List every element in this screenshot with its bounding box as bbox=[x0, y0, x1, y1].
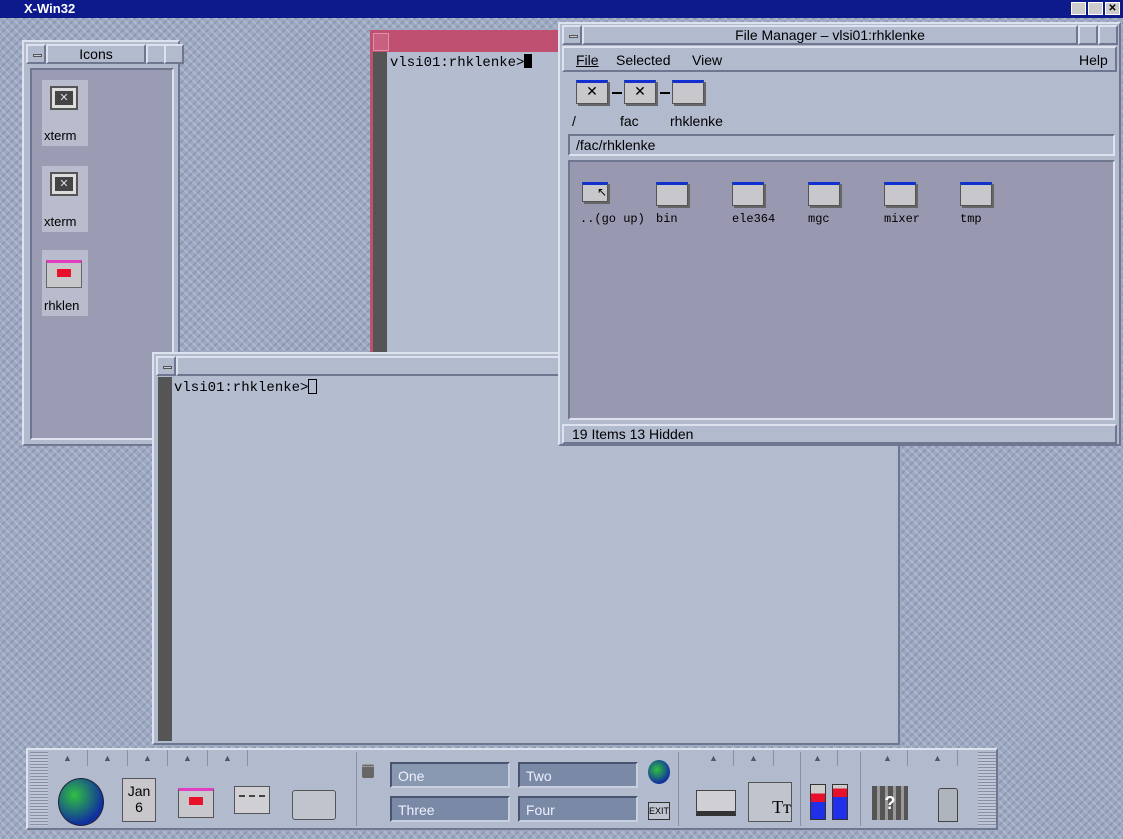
app-title: X-Win32 bbox=[24, 1, 76, 16]
workspace-three[interactable]: Three bbox=[390, 796, 510, 822]
window-title[interactable]: File Manager – vlsi01:rhklenke bbox=[582, 25, 1078, 45]
terminal-icon: ✕ bbox=[50, 86, 78, 110]
path-label-rhklenke[interactable]: rhklenke bbox=[670, 113, 723, 129]
folder-icon bbox=[656, 182, 688, 206]
file-item-ele364[interactable]: ele364 bbox=[732, 182, 792, 228]
file-item-go-up[interactable]: ↖ ..(go up) bbox=[580, 182, 650, 228]
status-bar: 19 Items 13 Hidden bbox=[562, 424, 1117, 444]
maximize-button[interactable] bbox=[1098, 25, 1118, 45]
subpanel-arrow[interactable]: ▲ bbox=[88, 750, 128, 766]
maximize-button[interactable] bbox=[164, 44, 184, 64]
scrollbar[interactable] bbox=[158, 377, 172, 741]
icon-item-xterm[interactable]: ✕ xterm bbox=[42, 166, 88, 232]
panel-handle-right[interactable] bbox=[978, 752, 996, 826]
path-field[interactable]: /fac/rhklenke bbox=[568, 134, 1115, 156]
subpanel-arrow[interactable]: ▲ bbox=[168, 750, 208, 766]
prompt-text: vlsi01:rhklenke> bbox=[390, 55, 525, 71]
subpanel-arrow[interactable]: ▲ bbox=[918, 750, 958, 766]
minimize-button[interactable] bbox=[1078, 25, 1098, 45]
menu-bar: File Selected View Help bbox=[562, 46, 1117, 72]
minimize-button[interactable] bbox=[1071, 2, 1086, 15]
menu-view[interactable]: View bbox=[692, 52, 722, 68]
prompt-text: vlsi01:rhklenke> bbox=[174, 380, 309, 396]
file-item-bin[interactable]: bin bbox=[656, 182, 716, 228]
cursor bbox=[524, 54, 533, 68]
folder-icon bbox=[808, 182, 840, 206]
file-item-mgc[interactable]: mgc bbox=[808, 182, 868, 228]
window-menu-button[interactable] bbox=[26, 44, 46, 64]
trash-icon[interactable] bbox=[938, 788, 958, 822]
subpanel-arrow[interactable]: ▲ bbox=[734, 750, 774, 766]
panel-handle-left[interactable] bbox=[30, 752, 48, 826]
subpanel-arrow[interactable]: ▲ bbox=[48, 750, 88, 766]
performance-meter-disk[interactable] bbox=[832, 784, 848, 820]
menu-help[interactable]: Help bbox=[1079, 52, 1108, 68]
path-folder-rhklenke-icon[interactable] bbox=[672, 80, 704, 104]
minimize-button[interactable] bbox=[146, 44, 166, 64]
calendar-icon[interactable]: Jan 6 bbox=[122, 778, 156, 822]
go-up-folder-icon: ↖ bbox=[582, 182, 608, 202]
terminal-icon: ✕ bbox=[50, 172, 78, 196]
printer-icon[interactable] bbox=[696, 790, 736, 816]
path-label-root[interactable]: / bbox=[572, 113, 576, 129]
path-folder-root-icon[interactable]: ✕ bbox=[576, 80, 608, 104]
workspace-four[interactable]: Four bbox=[518, 796, 638, 822]
subpanel-arrow[interactable]: ▲ bbox=[128, 750, 168, 766]
menu-selected[interactable]: Selected bbox=[616, 52, 670, 68]
window-title[interactable]: Icons bbox=[46, 44, 146, 64]
window-menu-button[interactable] bbox=[156, 356, 176, 376]
file-item-mixer[interactable]: mixer bbox=[884, 182, 944, 228]
file-manager-window: File Manager – vlsi01:rhklenke File Sele… bbox=[558, 22, 1121, 446]
restore-button[interactable] bbox=[1088, 2, 1103, 15]
icon-item-xterm[interactable]: ✕ xterm bbox=[42, 80, 88, 146]
app-titlebar: X-Win32 ✕ bbox=[0, 0, 1123, 18]
help-manager-icon[interactable]: ? bbox=[872, 786, 908, 820]
file-manager-icon bbox=[46, 260, 82, 288]
performance-meter-cpu[interactable] bbox=[810, 784, 826, 820]
workspace-two[interactable]: Two bbox=[518, 762, 638, 788]
terminal-area[interactable]: vlsi01:rhklenke> bbox=[373, 52, 570, 355]
subpanel-arrow[interactable]: ▲ bbox=[798, 750, 838, 766]
file-list-panel[interactable]: ↖ ..(go up) bin ele364 mgc mixer tmp bbox=[568, 160, 1115, 420]
status-text: 19 Items 13 Hidden bbox=[572, 426, 694, 442]
file-manager-icon[interactable] bbox=[178, 788, 214, 818]
path-label-fac[interactable]: fac bbox=[620, 113, 639, 129]
path-folder-fac-icon[interactable]: ✕ bbox=[624, 80, 656, 104]
text-editor-icon[interactable] bbox=[234, 786, 270, 814]
folder-icon bbox=[884, 182, 916, 206]
file-item-tmp[interactable]: tmp bbox=[960, 182, 1020, 228]
folder-icon bbox=[732, 182, 764, 206]
cursor bbox=[308, 379, 318, 394]
close-button[interactable]: ✕ bbox=[1105, 2, 1120, 15]
workspace-one[interactable]: One bbox=[390, 762, 510, 788]
style-manager-icon[interactable]: Tт bbox=[748, 782, 792, 822]
front-panel: ▲ ▲ ▲ ▲ ▲ ▲ ▲ ▲ ▲ ▲ Jan 6 One Two Three F… bbox=[26, 748, 998, 830]
scrollbar[interactable] bbox=[373, 52, 387, 355]
mail-icon[interactable] bbox=[292, 790, 336, 820]
subpanel-arrow[interactable]: ▲ bbox=[694, 750, 734, 766]
clock-globe-icon[interactable] bbox=[58, 778, 104, 826]
menu-file[interactable]: File bbox=[576, 52, 599, 68]
subpanel-arrow[interactable]: ▲ bbox=[868, 750, 908, 766]
exit-button[interactable]: EXIT bbox=[648, 802, 670, 820]
back-xterm-window[interactable]: vlsi01:rhklenke> bbox=[370, 30, 570, 355]
window-menu-button[interactable] bbox=[373, 33, 389, 51]
subpanel-arrow[interactable]: ▲ bbox=[208, 750, 248, 766]
window-menu-button[interactable] bbox=[562, 25, 582, 45]
folder-icon bbox=[960, 182, 992, 206]
lock-icon[interactable] bbox=[362, 764, 374, 778]
globe-icon[interactable] bbox=[648, 760, 670, 784]
icon-item-rhklen[interactable]: rhklen bbox=[42, 250, 88, 316]
